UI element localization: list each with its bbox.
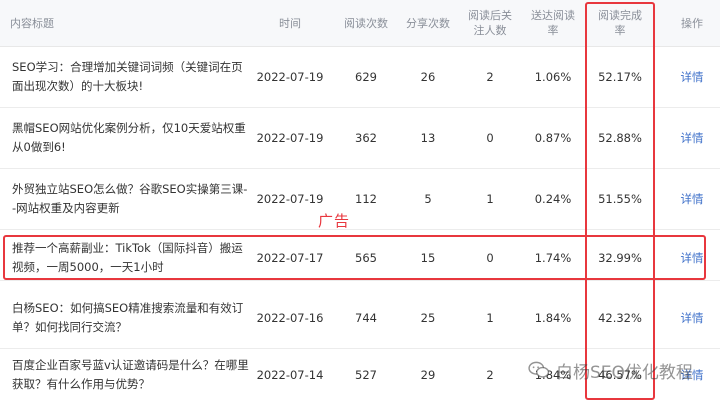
row-delivery-rate: 1.84% bbox=[534, 311, 572, 325]
row-follow: 0 bbox=[486, 131, 494, 145]
row-detail-link[interactable]: 详情 bbox=[672, 288, 712, 348]
row-time: 2022-07-14 bbox=[256, 368, 324, 382]
col-header-time: 时间 bbox=[279, 16, 301, 30]
row-delivery-rate: 0.87% bbox=[534, 131, 572, 145]
row-title: 百度企业百家号蓝v认证邀请码是什么？在哪里获取？有什么作用与优势？ bbox=[12, 358, 249, 391]
row-shares: 5 bbox=[424, 192, 432, 206]
row-time: 2022-07-16 bbox=[256, 311, 324, 325]
row-delivery-rate: 1.06% bbox=[534, 70, 572, 84]
row-shares: 13 bbox=[420, 131, 436, 145]
row-time: 2022-07-19 bbox=[256, 70, 324, 84]
ad-row-highlight-box bbox=[3, 235, 706, 280]
col-header-reads: 阅读次数 bbox=[344, 16, 388, 30]
row-reads: 629 bbox=[355, 70, 377, 84]
row-title: SEO学习：合理增加关键词词频（关键词在页面出现次数）的十大板块! bbox=[12, 60, 243, 93]
col-header-delivery-rate: 送达阅读 率 bbox=[531, 9, 575, 37]
wechat-icon bbox=[528, 361, 550, 378]
finish-rate-highlight-box bbox=[585, 2, 655, 400]
row-reads: 744 bbox=[355, 311, 377, 325]
row-delivery-rate: 0.24% bbox=[534, 192, 572, 206]
row-follow: 2 bbox=[486, 70, 494, 84]
col-header-title: 内容标题 bbox=[10, 16, 54, 30]
row-follow: 1 bbox=[486, 311, 494, 325]
row-detail-link[interactable]: 详情 bbox=[672, 169, 712, 229]
row-follow: 2 bbox=[486, 368, 494, 382]
col-header-follow: 阅读后关 注人数 bbox=[468, 9, 512, 37]
row-detail-link[interactable]: 详情 bbox=[672, 47, 712, 107]
row-follow: 1 bbox=[486, 192, 494, 206]
row-title: 外贸独立站SEO怎么做？谷歌SEO实操第三课--网站权重及内容更新 bbox=[12, 182, 248, 215]
row-title: 白杨SEO：如何搞SEO精准搜索流量和有效订单？如何找同行交流？ bbox=[12, 301, 244, 334]
col-header-shares: 分享次数 bbox=[406, 16, 450, 30]
row-title: 黑帽SEO网站优化案例分析，仅10天爱站权重从0做到6! bbox=[12, 121, 246, 154]
watermark-text: 白杨SEO优化教程 bbox=[556, 362, 693, 383]
ad-annotation-label: 广告 bbox=[318, 212, 351, 230]
row-detail-link[interactable]: 详情 bbox=[672, 108, 712, 168]
row-time: 2022-07-19 bbox=[256, 131, 324, 145]
col-header-action: 操作 bbox=[681, 16, 703, 30]
row-shares: 25 bbox=[420, 311, 436, 325]
watermark: 白杨SEO优化教程 bbox=[528, 356, 693, 384]
row-reads: 527 bbox=[355, 368, 377, 382]
row-shares: 29 bbox=[420, 368, 436, 382]
row-reads: 362 bbox=[355, 131, 377, 145]
row-shares: 26 bbox=[420, 70, 436, 84]
